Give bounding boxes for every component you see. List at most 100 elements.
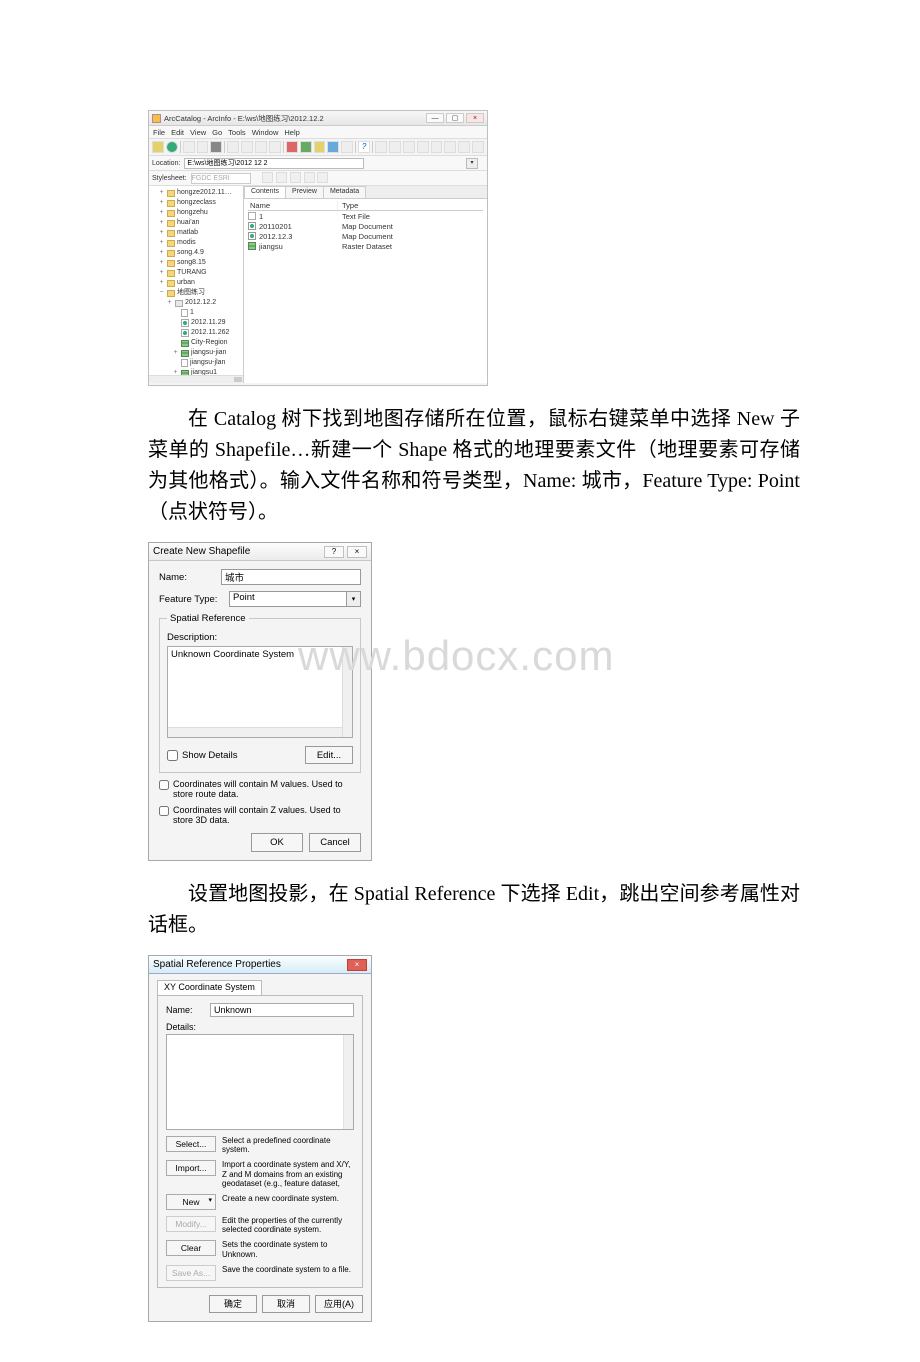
connect-folder-icon[interactable] bbox=[389, 141, 401, 153]
expand-icon[interactable]: + bbox=[158, 268, 165, 278]
paste-icon[interactable] bbox=[197, 141, 209, 153]
export-icon[interactable] bbox=[290, 172, 301, 183]
window-titlebar[interactable]: ArcCatalog - ArcInfo - E:\ws\地图练习\2012.1… bbox=[149, 111, 487, 126]
tree-item[interactable]: +song.4.9 bbox=[150, 248, 242, 258]
gis-server-icon[interactable] bbox=[417, 141, 429, 153]
expand-icon[interactable]: + bbox=[158, 238, 165, 248]
tree-item[interactable]: 1 bbox=[150, 308, 242, 318]
location-dropdown-icon[interactable]: ▾ bbox=[466, 158, 478, 169]
col-type[interactable]: Type bbox=[338, 201, 483, 210]
h-scrollbar[interactable] bbox=[168, 727, 342, 737]
import-icon[interactable] bbox=[304, 172, 315, 183]
tab-preview[interactable]: Preview bbox=[285, 186, 324, 198]
details-icon[interactable] bbox=[255, 141, 267, 153]
arrow-right-icon[interactable] bbox=[444, 141, 456, 153]
large-icons-icon[interactable] bbox=[227, 141, 239, 153]
edit-icon[interactable] bbox=[262, 172, 273, 183]
launch-arctoolbox-icon[interactable] bbox=[300, 141, 312, 153]
toolbox-icon[interactable] bbox=[341, 141, 353, 153]
expand-icon[interactable]: + bbox=[158, 278, 165, 288]
apply-button[interactable]: 应用(A) bbox=[315, 1295, 363, 1313]
tree-item[interactable]: +jiangsu-jian bbox=[150, 348, 242, 358]
edit-button[interactable]: Edit... bbox=[305, 746, 353, 764]
search-icon[interactable] bbox=[375, 141, 387, 153]
expand-icon[interactable]: + bbox=[158, 248, 165, 258]
stylesheet-input[interactable] bbox=[191, 173, 251, 184]
close-button[interactable]: × bbox=[347, 959, 367, 971]
tree-item[interactable]: +matlab bbox=[150, 228, 242, 238]
tree-item[interactable]: +hongzehu bbox=[150, 208, 242, 218]
cancel-button[interactable]: Cancel bbox=[309, 833, 361, 852]
thumbnails-icon[interactable] bbox=[269, 141, 281, 153]
chevron-down-icon[interactable]: ▾ bbox=[347, 591, 361, 607]
tree-item[interactable]: +huai'an bbox=[150, 218, 242, 228]
tree-item[interactable]: +hongze2012.11… bbox=[150, 188, 242, 198]
v-scrollbar[interactable] bbox=[343, 1035, 353, 1129]
list-item[interactable]: 2012.12.3Map Document bbox=[248, 231, 483, 241]
tree-item[interactable]: +urban bbox=[150, 278, 242, 288]
description-textarea[interactable]: Unknown Coordinate System bbox=[167, 646, 353, 738]
tree-item[interactable]: −地图练习 bbox=[150, 288, 242, 298]
expand-icon[interactable]: + bbox=[158, 208, 165, 218]
close-button[interactable]: × bbox=[347, 546, 367, 558]
launch-arcmap-icon[interactable] bbox=[286, 141, 298, 153]
expand-icon[interactable]: + bbox=[172, 348, 179, 358]
globe-icon[interactable] bbox=[166, 141, 178, 153]
col-name[interactable]: Name bbox=[248, 201, 338, 210]
m-values-checkbox[interactable] bbox=[159, 780, 169, 790]
home-icon[interactable] bbox=[458, 141, 470, 153]
show-details-checkbox[interactable] bbox=[167, 750, 178, 761]
db-icon[interactable] bbox=[403, 141, 415, 153]
content-list[interactable]: Name Type 1Text File20110201Map Document… bbox=[244, 199, 487, 253]
menu-view[interactable]: View bbox=[190, 128, 206, 137]
import-button[interactable]: Import... bbox=[166, 1160, 216, 1176]
expand-icon[interactable]: + bbox=[158, 198, 165, 208]
tree-item[interactable]: +song8.15 bbox=[150, 258, 242, 268]
name-input[interactable] bbox=[210, 1003, 354, 1017]
launch-arcglobe-icon[interactable] bbox=[314, 141, 326, 153]
details-textarea[interactable] bbox=[166, 1034, 354, 1130]
tree-item[interactable]: 2012.11.29 bbox=[150, 318, 242, 328]
tab-metadata[interactable]: Metadata bbox=[323, 186, 366, 198]
tab-strip[interactable]: XY Coordinate System bbox=[157, 980, 363, 996]
list-item[interactable]: jiangsuRaster Dataset bbox=[248, 241, 483, 251]
content-tabs[interactable]: ContentsPreviewMetadata bbox=[244, 186, 487, 199]
tree-item[interactable]: +TURANG bbox=[150, 268, 242, 278]
cancel-button[interactable]: 取消 bbox=[262, 1295, 310, 1313]
menu-help[interactable]: Help bbox=[284, 128, 299, 137]
expand-icon[interactable]: + bbox=[158, 258, 165, 268]
expand-icon[interactable]: + bbox=[166, 298, 173, 308]
properties-icon[interactable] bbox=[317, 172, 328, 183]
help-icon[interactable]: ? bbox=[358, 141, 370, 153]
print-icon[interactable] bbox=[276, 172, 287, 183]
feature-type-select[interactable]: Point bbox=[229, 591, 347, 607]
menu-edit[interactable]: Edit bbox=[171, 128, 184, 137]
expand-icon[interactable]: + bbox=[158, 188, 165, 198]
maximize-button[interactable]: ▢ bbox=[446, 113, 464, 123]
menu-window[interactable]: Window bbox=[252, 128, 279, 137]
launch-arcscene-icon[interactable] bbox=[327, 141, 339, 153]
tree-item[interactable]: +hongzeclass bbox=[150, 198, 242, 208]
tab-xy-coord[interactable]: XY Coordinate System bbox=[157, 980, 262, 995]
tab-contents[interactable]: Contents bbox=[244, 186, 286, 198]
location-input[interactable] bbox=[184, 158, 364, 169]
menu-go[interactable]: Go bbox=[212, 128, 222, 137]
z-values-checkbox[interactable] bbox=[159, 806, 169, 816]
name-input[interactable] bbox=[221, 569, 361, 585]
catalog-tree[interactable]: +hongze2012.11…+hongzeclass+hongzehu+hua… bbox=[149, 186, 244, 383]
expand-icon[interactable]: − bbox=[158, 288, 165, 298]
menu-tools[interactable]: Tools bbox=[228, 128, 246, 137]
menubar[interactable]: FileEditViewGoToolsWindowHelp bbox=[149, 126, 487, 139]
close-button[interactable]: × bbox=[466, 113, 484, 123]
clear-button[interactable]: Clear bbox=[166, 1240, 216, 1256]
ok-button[interactable]: 确定 bbox=[209, 1295, 257, 1313]
tree-item[interactable]: +modis bbox=[150, 238, 242, 248]
dialog-titlebar[interactable]: Spatial Reference Properties × bbox=[149, 956, 371, 974]
select-button[interactable]: Select... bbox=[166, 1136, 216, 1152]
v-scrollbar[interactable] bbox=[342, 647, 352, 737]
tree-item[interactable]: City-Region bbox=[150, 338, 242, 348]
list-item[interactable]: 20110201Map Document bbox=[248, 221, 483, 231]
ok-button[interactable]: OK bbox=[251, 833, 303, 852]
toolbar[interactable]: ? bbox=[149, 139, 487, 156]
options-icon[interactable] bbox=[472, 141, 484, 153]
